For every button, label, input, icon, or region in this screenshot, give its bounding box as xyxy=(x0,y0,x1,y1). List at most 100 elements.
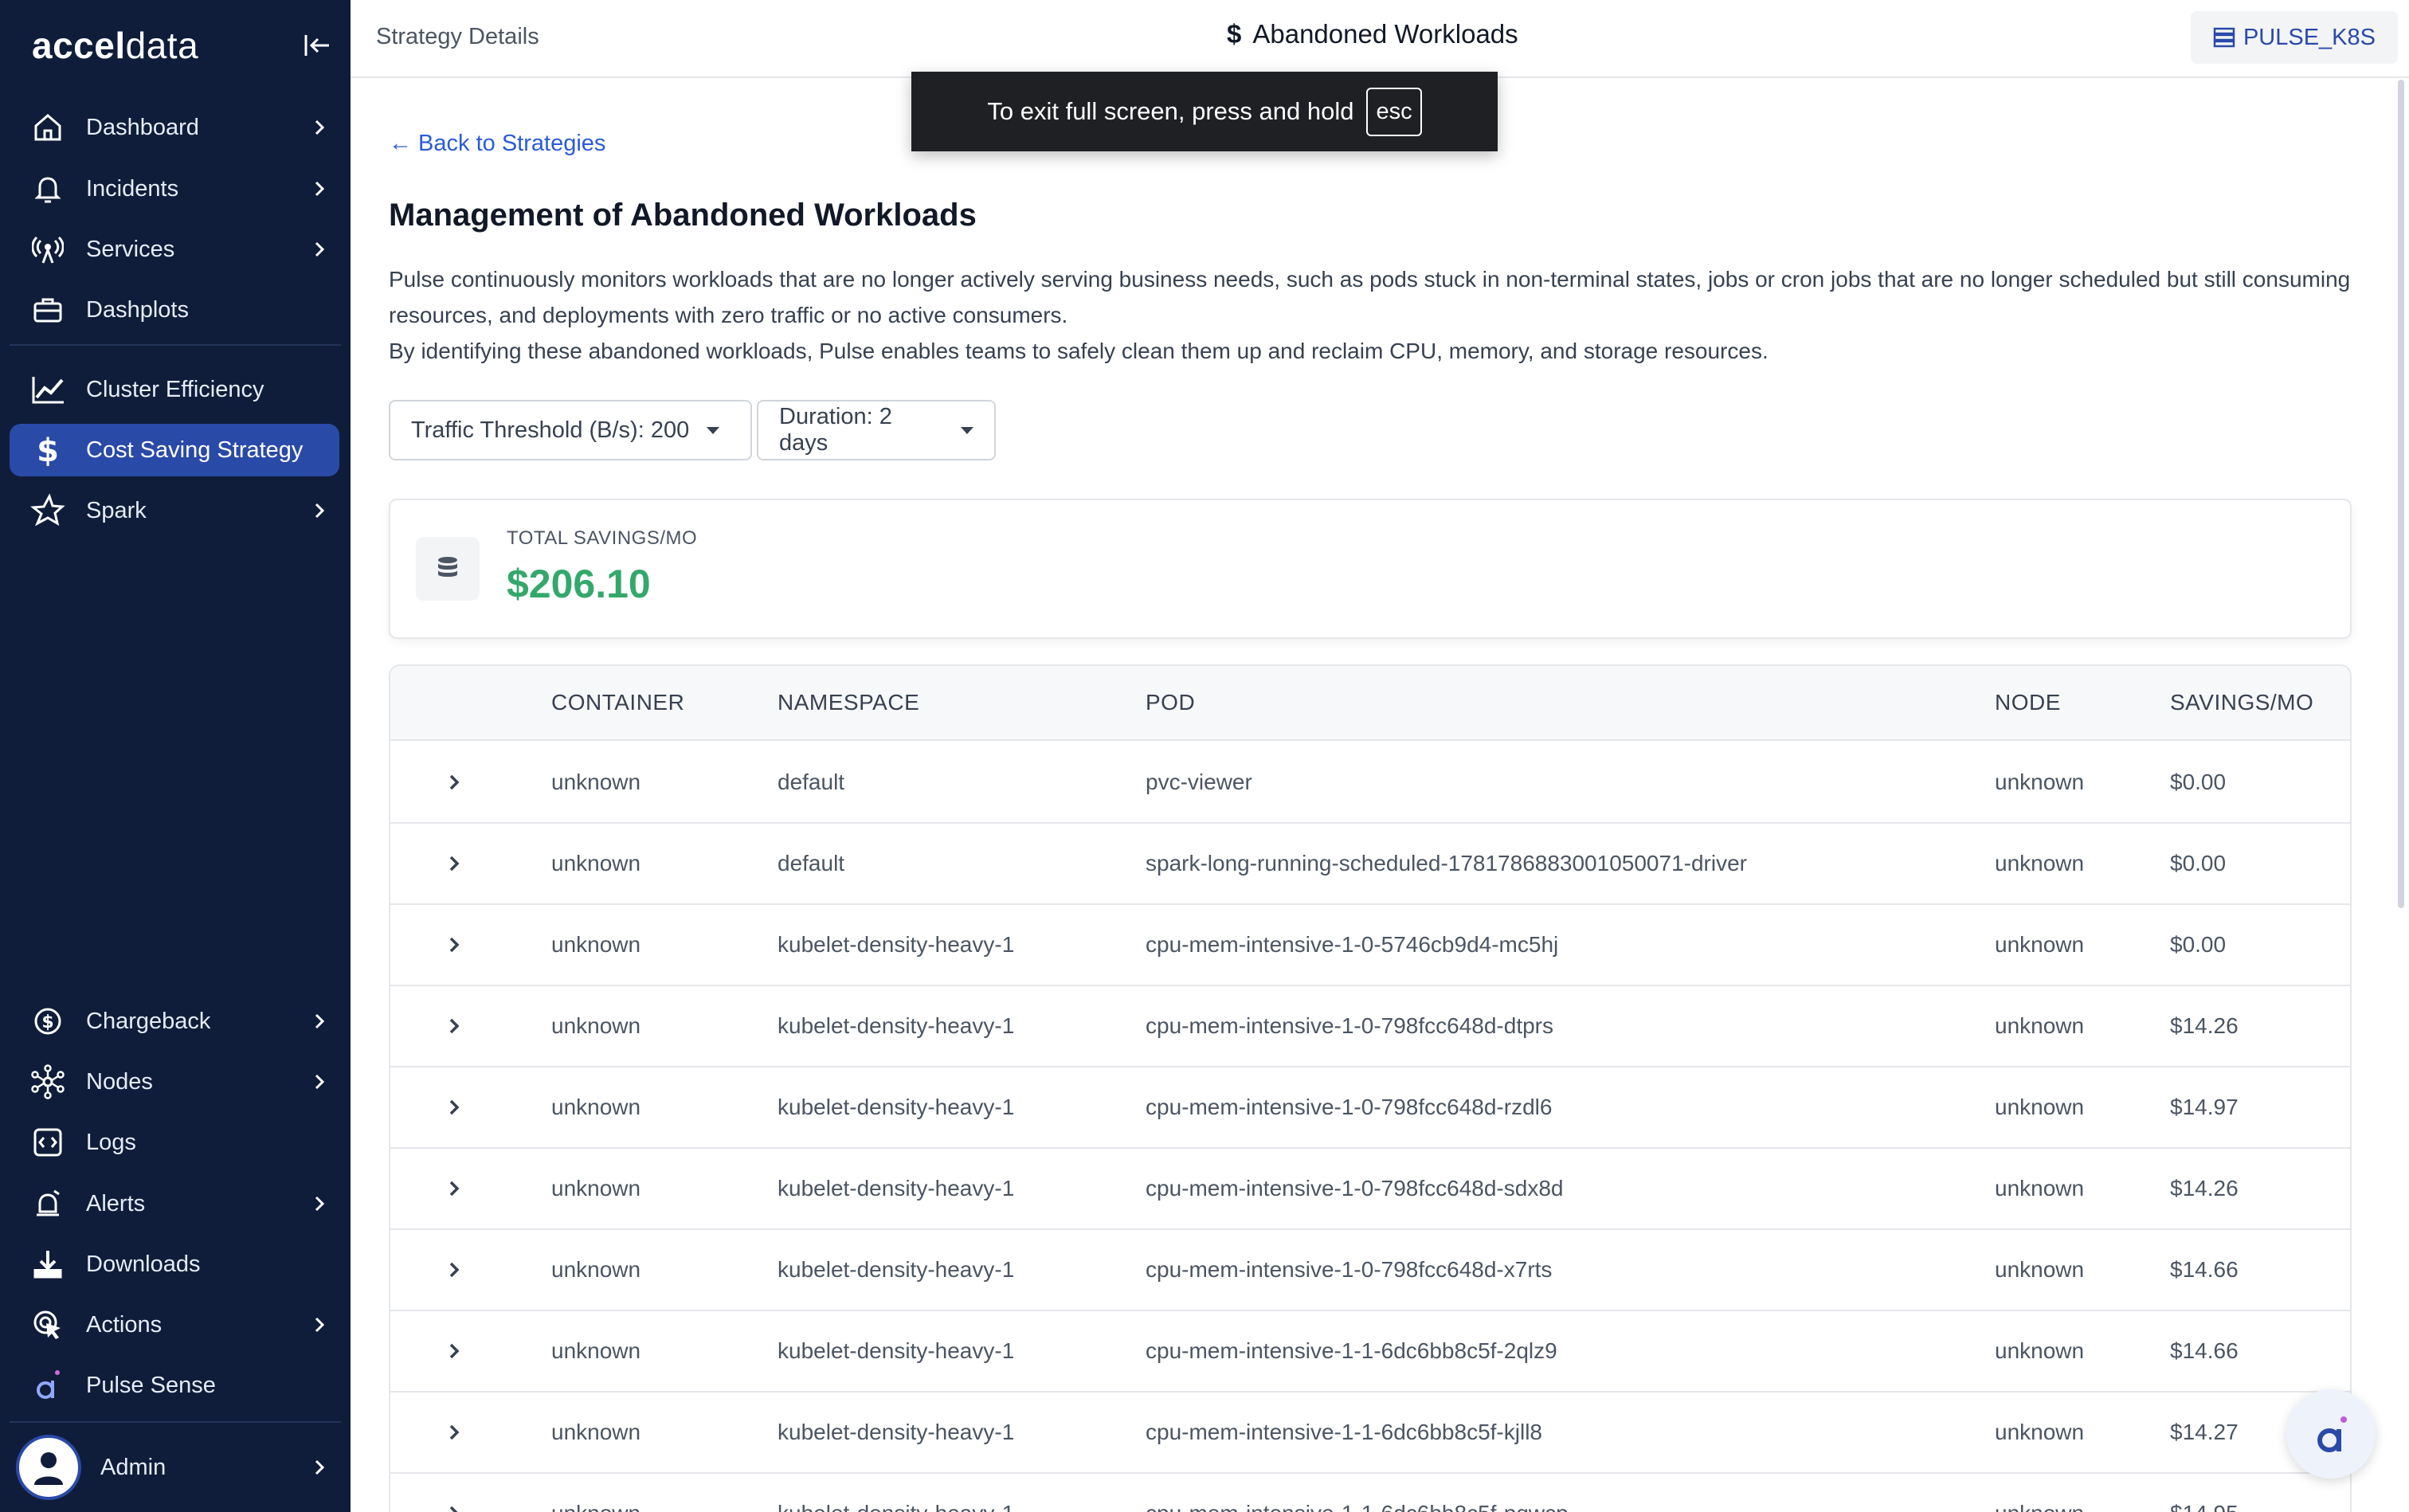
sidebar-item-actions[interactable]: Actions xyxy=(10,1299,339,1351)
sidebar-item-label: Dashplots xyxy=(86,296,189,323)
chevron-right-icon xyxy=(300,223,339,276)
cell-node: unknown xyxy=(1995,1257,2085,1282)
total-savings-value: $206.10 xyxy=(507,562,651,606)
cluster-name: PULSE_K8S xyxy=(2243,24,2376,50)
table-row[interactable]: unknown kubelet-density-heavy-1 cpu-mem-in… xyxy=(390,905,2350,986)
breadcrumb[interactable]: Strategy Details xyxy=(376,24,539,50)
table-row[interactable]: unknown kubelet-density-heavy-1 cpu-mem-in… xyxy=(390,986,2350,1067)
expand-row-chevron-icon[interactable] xyxy=(438,1091,470,1123)
total-savings-card: TOTAL SAVINGS/MO $206.10 xyxy=(389,499,2352,639)
sidebar-item-cost-saving-strategy[interactable]: $ Cost Saving Strategy xyxy=(10,424,339,476)
sidebar-item-label: Logs xyxy=(86,1129,136,1155)
sidebar-item-nodes[interactable]: Nodes xyxy=(10,1056,339,1108)
table-row[interactable]: unknown kubelet-density-heavy-1 cpu-mem-in… xyxy=(390,1067,2350,1149)
database-icon xyxy=(416,537,480,601)
sidebar-item-chargeback[interactable]: $ Chargeback xyxy=(10,995,339,1048)
description-paragraph-1: Pulse continuously monitors workloads th… xyxy=(389,267,2351,327)
admin-label: Admin xyxy=(100,1454,166,1480)
cell-namespace: kubelet-density-heavy-1 xyxy=(778,1176,1015,1201)
traffic-threshold-dropdown[interactable]: Traffic Threshold (B/s): 200 xyxy=(389,400,752,460)
sidebar-item-dashboard[interactable]: Dashboard xyxy=(10,101,339,154)
chevron-right-icon xyxy=(300,484,339,537)
sidebar-item-label: Incidents xyxy=(86,175,179,202)
page-scrollbar[interactable] xyxy=(2398,80,2404,908)
expand-row-chevron-icon[interactable] xyxy=(438,1254,470,1286)
collapse-sidebar-icon[interactable] xyxy=(300,28,335,63)
expand-row-chevron-icon[interactable] xyxy=(438,1335,470,1367)
column-container[interactable]: CONTAINER xyxy=(551,690,684,715)
expand-row-chevron-icon[interactable] xyxy=(438,766,470,798)
expand-row-chevron-icon[interactable] xyxy=(438,848,470,879)
column-namespace[interactable]: NAMESPACE xyxy=(778,690,919,715)
table-row[interactable]: unknown kubelet-density-heavy-1 cpu-mem-in… xyxy=(390,1474,2350,1512)
sidebar-item-incidents[interactable]: Incidents xyxy=(10,163,339,215)
chevron-right-icon xyxy=(300,1056,339,1108)
column-node[interactable]: NODE xyxy=(1995,690,2061,715)
back-to-strategies-link[interactable]: ← Back to Strategies xyxy=(389,131,605,157)
cell-node: unknown xyxy=(1995,1176,2085,1201)
workloads-table: CONTAINER NAMESPACE POD NODE SAVINGS/MO … xyxy=(389,664,2352,1512)
sidebar-item-spark[interactable]: Spark xyxy=(10,484,339,537)
sidebar-item-logs[interactable]: Logs xyxy=(10,1116,339,1169)
expand-row-chevron-icon[interactable] xyxy=(438,1416,470,1448)
broadcast-icon xyxy=(10,223,86,276)
admin-menu[interactable]: Admin xyxy=(10,1435,339,1500)
table-row[interactable]: unknown kubelet-density-heavy-1 cpu-mem-in… xyxy=(390,1149,2350,1230)
cell-pod: cpu-mem-intensive-1-0-798fcc648d-sdx8d xyxy=(1146,1176,1564,1201)
cell-pod: cpu-mem-intensive-1-0-798fcc648d-rzdl6 xyxy=(1146,1095,1553,1119)
cell-pod: spark-long-running-scheduled-17817868830… xyxy=(1146,851,1747,875)
cell-namespace: default xyxy=(778,851,845,875)
cell-namespace: kubelet-density-heavy-1 xyxy=(778,1338,1015,1363)
column-savings[interactable]: SAVINGS/MO xyxy=(2170,690,2313,715)
duration-dropdown[interactable]: Duration: 2 days xyxy=(757,400,996,460)
sidebar-item-downloads[interactable]: Downloads xyxy=(10,1238,339,1291)
sidebar-item-label: Downloads xyxy=(86,1251,201,1277)
page-header-title: $ Abandoned Workloads xyxy=(1227,19,1518,49)
table-row[interactable]: unknown kubelet-density-heavy-1 cpu-mem-in… xyxy=(390,1393,2350,1474)
expand-row-chevron-icon[interactable] xyxy=(438,1010,470,1042)
sidebar-item-cluster-efficiency[interactable]: Cluster Efficiency xyxy=(10,363,339,416)
expand-row-chevron-icon[interactable] xyxy=(438,1173,470,1205)
cell-savings: $0.00 xyxy=(2170,851,2227,875)
expand-row-chevron-icon[interactable] xyxy=(438,1498,470,1512)
sidebar-item-pulse-sense[interactable]: Pulse Sense xyxy=(10,1359,339,1412)
sidebar-item-label: Pulse Sense xyxy=(86,1372,216,1398)
logo[interactable]: acceldata xyxy=(32,24,198,67)
sidebar-item-label: Cluster Efficiency xyxy=(86,376,264,402)
table-row[interactable]: unknown default spark-long-running-schedul… xyxy=(390,824,2350,905)
table-row[interactable]: unknown default pvc-viewer unknown $0.00 xyxy=(390,742,2350,824)
cell-namespace: kubelet-density-heavy-1 xyxy=(778,1501,1014,1512)
cell-node: unknown xyxy=(1995,932,2085,957)
cell-node: unknown xyxy=(1995,1013,2085,1038)
cell-pod: cpu-mem-intensive-1-0-798fcc648d-dtprs xyxy=(1146,1013,1553,1038)
cell-node: unknown xyxy=(1995,851,2085,875)
sidebar-divider xyxy=(10,1421,341,1423)
sidebar: acceldata Dashboard Incidents Services Dash… xyxy=(0,0,351,1512)
cell-namespace: kubelet-density-heavy-1 xyxy=(778,1095,1015,1119)
cell-container: unknown xyxy=(551,1095,641,1119)
chevron-right-icon xyxy=(300,101,339,154)
alert-icon xyxy=(10,1177,86,1230)
sidebar-item-services[interactable]: Services xyxy=(10,223,339,276)
cell-container: unknown xyxy=(551,1338,641,1363)
cell-container: unknown xyxy=(551,1176,641,1201)
esc-key-hint: esc xyxy=(1366,87,1422,136)
duration-value: Duration: 2 days xyxy=(779,404,892,456)
cell-namespace: kubelet-density-heavy-1 xyxy=(778,1013,1015,1038)
cell-savings: $14.26 xyxy=(2170,1176,2239,1201)
sidebar-item-alerts[interactable]: Alerts xyxy=(10,1177,339,1230)
sidebar-item-dashplots[interactable]: Dashplots xyxy=(10,284,339,336)
pulse-sense-assistant-button[interactable] xyxy=(2286,1389,2376,1479)
cluster-badge[interactable]: PULSE_K8S xyxy=(2190,11,2398,64)
expand-row-chevron-icon[interactable] xyxy=(438,929,470,961)
cell-savings: $14.66 xyxy=(2170,1338,2239,1363)
cell-namespace: default xyxy=(778,770,845,794)
column-pod[interactable]: POD xyxy=(1146,690,1195,715)
spark-icon xyxy=(10,484,86,537)
total-savings-label: TOTAL SAVINGS/MO xyxy=(507,527,698,549)
cell-pod: cpu-mem-intensive-1-0-5746cb9d4-mc5hj xyxy=(1146,932,1559,957)
page-description: Pulse continuously monitors workloads th… xyxy=(389,261,2364,369)
cell-node: unknown xyxy=(1995,1420,2085,1444)
table-row[interactable]: unknown kubelet-density-heavy-1 cpu-mem-in… xyxy=(390,1230,2350,1311)
table-row[interactable]: unknown kubelet-density-heavy-1 cpu-mem-in… xyxy=(390,1311,2350,1393)
